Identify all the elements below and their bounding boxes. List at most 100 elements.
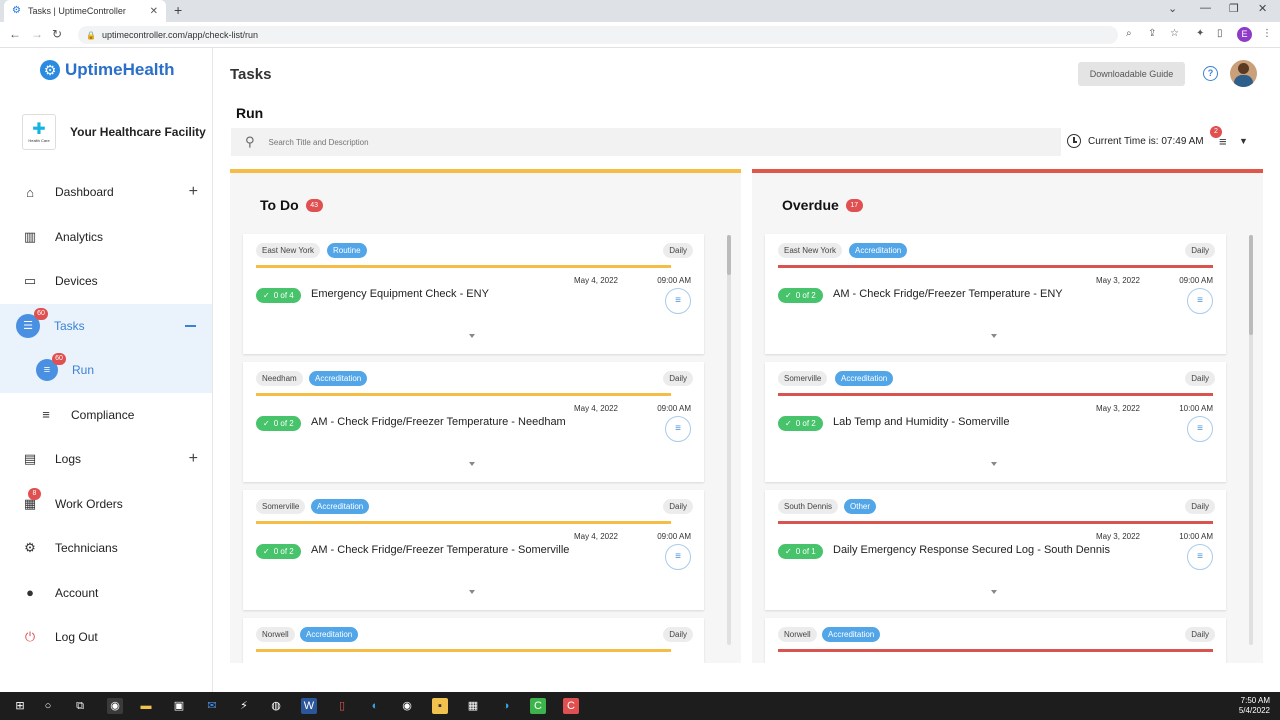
overdue-column-header: Overdue 17 [782,197,863,213]
mail-icon[interactable]: ✉ [204,698,220,714]
check-icon: ✓ [263,547,270,556]
app-icon[interactable]: ◍ [268,698,284,714]
sidebar-item-label: Account [55,585,99,600]
store-icon[interactable]: ▣ [171,698,187,714]
side-panel-icon[interactable]: ▯ [1217,28,1223,39]
bookmark-star-icon[interactable]: ☆ [1170,28,1179,39]
run-checklist-icon[interactable]: ≡ [665,288,691,314]
tab-search-icon[interactable]: ⌄ [1168,2,1177,15]
browser-tab[interactable]: ⚙ Tasks | UptimeController ✕ [4,0,166,22]
sidebar-item-account[interactable]: ● Account [0,571,212,616]
expand-card-icon[interactable] [991,334,997,338]
windows-start-icon[interactable]: ⊞ [12,698,28,714]
todo-scrollbar[interactable] [727,235,731,645]
calculator-icon[interactable]: ▦ [465,698,481,714]
completion-badge: ✓ 0 of 4 [256,288,301,303]
minimize-icon[interactable]: — [1200,2,1211,14]
todo-count-badge: 43 [305,198,323,212]
location-chip: Somerville [256,499,306,514]
task-card[interactable]: Norwell Accreditation Daily [765,618,1226,663]
run-checklist-icon[interactable]: ≡ [1187,288,1213,314]
book-icon: ▤ [23,451,37,467]
location-chip: South Dennis [778,499,839,514]
sidebar-item-log-out[interactable]: ⏻ Log Out [0,615,212,660]
search-input[interactable] [268,137,869,147]
back-icon[interactable]: ← [9,27,21,41]
run-checklist-icon[interactable]: ≡ [665,544,691,570]
restore-icon[interactable]: ❐ [1229,2,1239,15]
bolt-icon[interactable]: ⚡ [236,698,252,714]
task-card[interactable]: Somerville Accreditation Daily May 3, 20… [765,362,1226,482]
list-check-icon: ≡ [42,407,50,423]
current-time-label: Current Time is: 07:49 AM [1088,135,1204,147]
sidebar-item-dashboard[interactable]: ⌂ Dashboard + [0,170,212,215]
sidebar-item-analytics[interactable]: ▥ Analytics [0,215,212,260]
gear-favicon-icon: ⚙ [12,5,21,16]
run-checklist-icon[interactable]: ≡ [1187,544,1213,570]
close-window-icon[interactable]: ✕ [1258,2,1267,15]
category-chip: Accreditation [300,627,359,642]
overdue-scrollbar[interactable] [1249,235,1253,645]
system-clock[interactable]: 7:50 AM 5/4/2022 [1239,696,1270,716]
help-icon[interactable]: ? [1203,66,1218,81]
close-tab-icon[interactable]: ✕ [150,6,158,17]
url-field[interactable]: 🔒 uptimecontroller.com/app/check-list/ru… [78,26,1118,44]
extensions-icon[interactable]: ✦ [1196,28,1204,39]
check-icon: ✓ [785,419,792,428]
home-icon: ⌂ [26,184,34,200]
expand-plus-icon[interactable]: + [189,183,198,201]
sticky-notes-icon[interactable]: ▪ [432,698,448,714]
run-badge: 60 [52,353,66,366]
task-card[interactable]: Somerville Accreditation Daily May 4, 20… [243,490,704,610]
run-checklist-icon[interactable]: ≡ [665,416,691,442]
chevron-down-icon[interactable]: ▼ [1239,136,1248,146]
zoom-icon[interactable]: ⌕ [1126,28,1132,39]
location-chip: Somerville [778,371,828,386]
sidebar-item-run[interactable]: ≡ 60 Run [0,348,212,393]
frequency-chip: Daily [1185,243,1215,258]
expand-card-icon[interactable] [991,462,997,466]
office-icon[interactable]: ▯ [334,698,350,714]
sidebar-item-compliance[interactable]: ≡ Compliance [0,393,212,438]
task-card[interactable]: Norwell Accreditation Daily [243,618,704,663]
sidebar-item-logs[interactable]: ▤ Logs + [0,437,212,482]
expand-card-icon[interactable] [469,590,475,594]
downloadable-guide-button[interactable]: Downloadable Guide [1078,62,1185,86]
sidebar-item-devices[interactable]: ▭ Devices [0,259,212,304]
edge-icon[interactable]: ◐ [367,698,383,714]
share-icon[interactable]: ⇪ [1148,28,1156,39]
task-card[interactable]: East New York Routine Daily May 4, 2022 … [243,234,704,354]
chrome-icon[interactable]: ◉ [107,698,123,714]
search-icon[interactable]: ○ [40,698,56,714]
collapse-minus-icon[interactable] [185,324,196,327]
edge-dev-icon[interactable]: ◑ [498,698,514,714]
expand-card-icon[interactable] [991,590,997,594]
sidebar-item-technicians[interactable]: ⚙ Technicians [0,526,212,571]
sidebar-item-work-orders[interactable]: ▦ 8 Work Orders [0,482,212,527]
task-view-icon[interactable]: ⧉ [72,698,88,714]
brand-logo[interactable]: ⚙ UptimeHealth [40,60,175,80]
new-tab-icon[interactable]: + [174,2,182,18]
user-avatar[interactable] [1230,60,1257,87]
facility-header: ✚ Health Care Your Healthcare Facility [22,114,206,150]
expand-card-icon[interactable] [469,462,475,466]
browser-profile-avatar[interactable]: E [1237,27,1252,42]
sidebar-item-label: Log Out [55,630,98,645]
chrome-alt-icon[interactable]: ◉ [399,698,415,714]
task-card[interactable]: East New York Accreditation Daily May 3,… [765,234,1226,354]
browser-menu-icon[interactable]: ⋮ [1262,28,1272,39]
frequency-chip: Daily [663,499,693,514]
sidebar-item-tasks[interactable]: ☰ 60 Tasks [0,303,212,348]
forward-icon[interactable]: → [31,27,43,41]
expand-plus-icon[interactable]: + [189,450,198,468]
reload-icon[interactable]: ↻ [52,27,62,41]
file-explorer-icon[interactable]: ▬ [138,698,154,714]
word-icon[interactable]: W [301,698,317,714]
camtasia-icon[interactable]: C [530,698,546,714]
run-checklist-icon[interactable]: ≡ [1187,416,1213,442]
expand-card-icon[interactable] [469,334,475,338]
recorder-icon[interactable]: C [563,698,579,714]
task-card[interactable]: South Dennis Other Daily May 3, 2022 10:… [765,490,1226,610]
filter-icon[interactable]: ≡ 2 [1210,126,1227,149]
task-card[interactable]: Needham Accreditation Daily May 4, 2022 … [243,362,704,482]
